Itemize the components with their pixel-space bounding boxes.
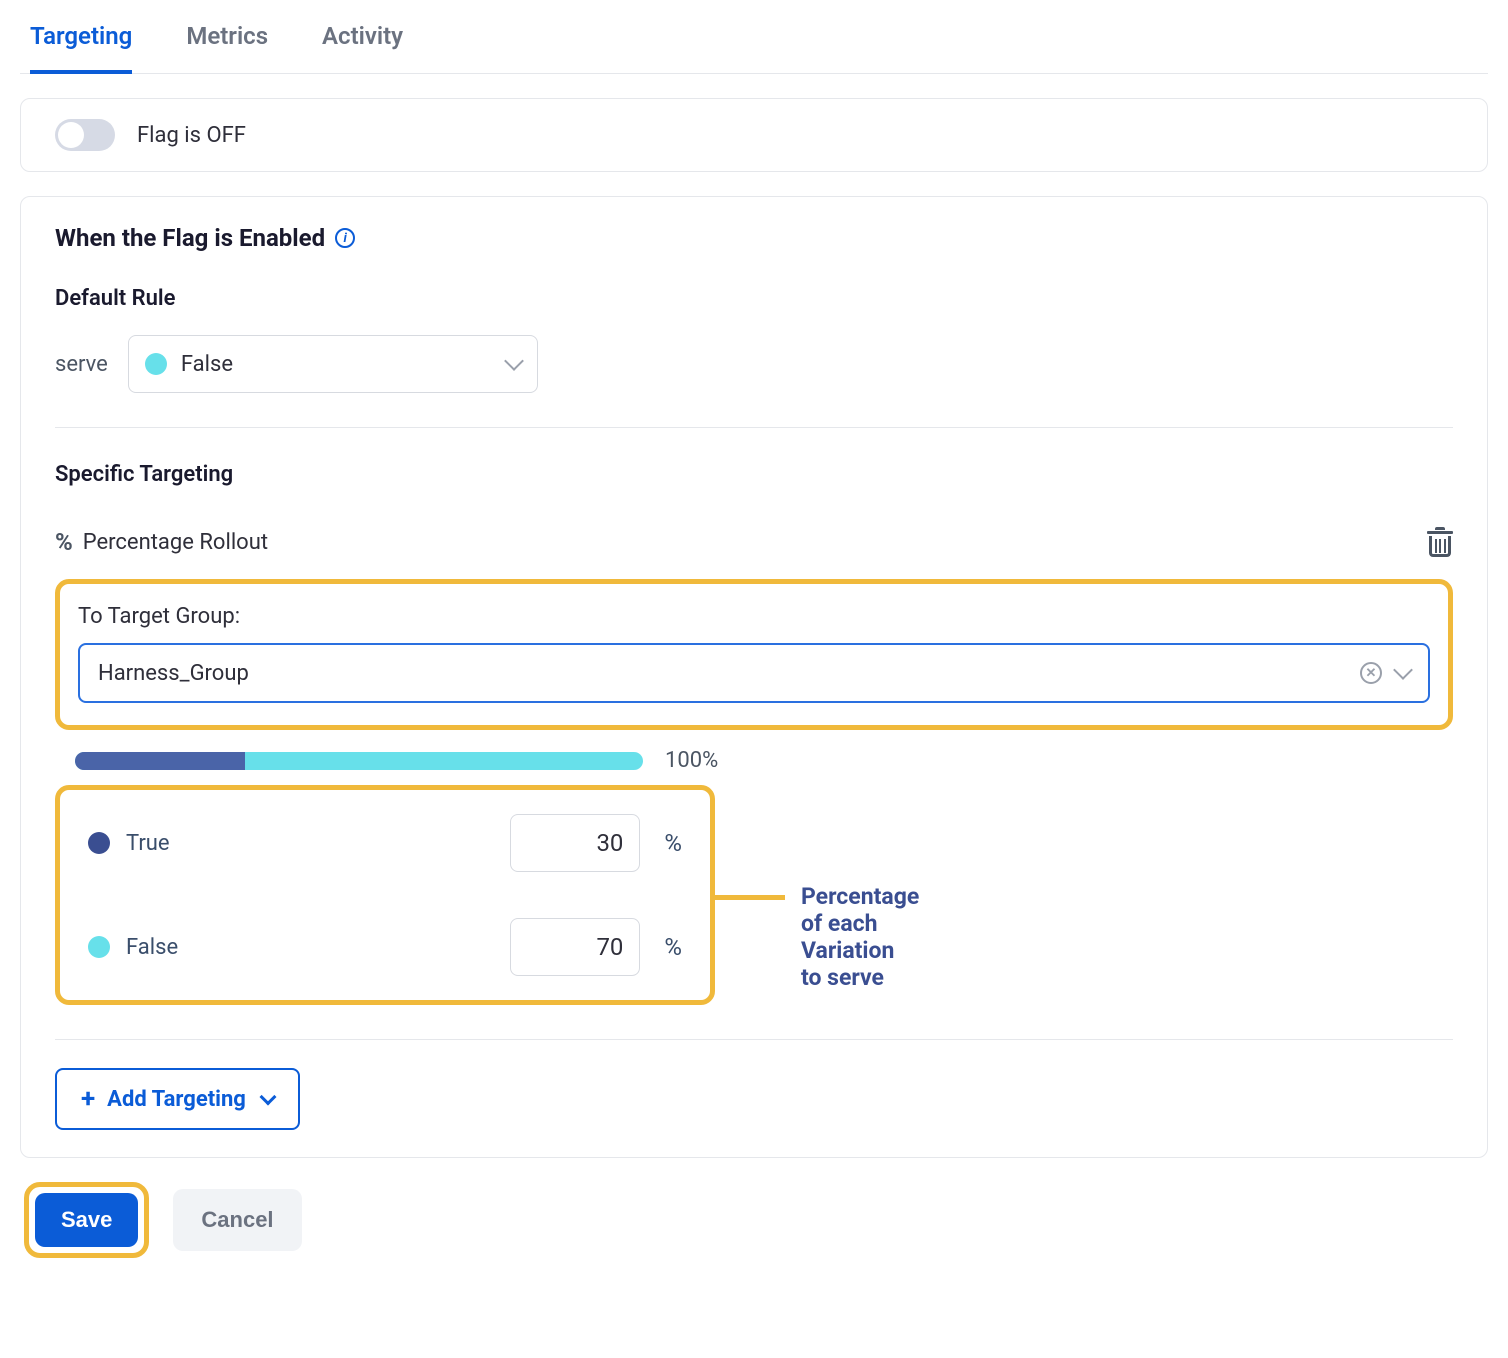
- variation-dot-icon: [88, 936, 110, 958]
- target-group-select[interactable]: Harness_Group ✕: [78, 643, 1430, 703]
- delete-icon[interactable]: [1427, 527, 1453, 557]
- callout-connector: [715, 895, 785, 900]
- serve-label: serve: [55, 352, 108, 377]
- cancel-button[interactable]: Cancel: [173, 1189, 301, 1251]
- variation-true-label: True: [126, 831, 494, 856]
- variation-true-input[interactable]: 30: [510, 814, 640, 872]
- rollout-bar-true-fill: [75, 752, 245, 770]
- flag-status-label: Flag is OFF: [137, 123, 246, 148]
- percent-icon: %: [55, 528, 73, 556]
- specific-targeting-heading: Specific Targeting: [55, 462, 1453, 487]
- percentage-rollout-label: Percentage Rollout: [83, 530, 268, 555]
- plus-icon: +: [81, 1084, 95, 1114]
- add-targeting-button[interactable]: + Add Targeting: [55, 1068, 300, 1130]
- variation-false-row: False 70 %: [88, 918, 682, 976]
- save-highlight: Save: [24, 1182, 149, 1258]
- tab-targeting[interactable]: Targeting: [30, 22, 132, 74]
- flag-toggle[interactable]: [55, 119, 115, 151]
- enabled-title: When the Flag is Enabled: [55, 224, 325, 252]
- variation-highlight: True 30 % False 70 %: [55, 785, 715, 1005]
- rollout-bar-total: 100%: [665, 748, 718, 773]
- footer-actions: Save Cancel: [20, 1182, 1488, 1258]
- percent-symbol: %: [664, 933, 682, 961]
- variation-dot-icon: [88, 832, 110, 854]
- flag-status-card: Flag is OFF: [20, 98, 1488, 172]
- variation-false-input[interactable]: 70: [510, 918, 640, 976]
- tab-activity[interactable]: Activity: [322, 22, 403, 73]
- target-group-label: To Target Group:: [78, 604, 1430, 629]
- serve-value: False: [181, 352, 493, 377]
- percent-symbol: %: [664, 829, 682, 857]
- clear-icon[interactable]: ✕: [1360, 662, 1382, 684]
- tab-metrics[interactable]: Metrics: [186, 22, 268, 73]
- default-rule-heading: Default Rule: [55, 286, 1453, 311]
- tab-bar: Targeting Metrics Activity: [20, 0, 1488, 74]
- chevron-down-icon: [1393, 660, 1413, 680]
- chevron-down-icon: [504, 351, 524, 371]
- info-icon[interactable]: i: [335, 228, 355, 248]
- target-group-highlight: To Target Group: Harness_Group ✕: [55, 579, 1453, 730]
- callout-text: Percentage of each Variation to serve: [801, 883, 919, 991]
- target-group-value: Harness_Group: [98, 661, 1346, 686]
- save-button[interactable]: Save: [35, 1193, 138, 1247]
- rollout-bar: [75, 752, 643, 770]
- serve-select[interactable]: False: [128, 335, 538, 393]
- chevron-down-icon: [259, 1088, 276, 1105]
- add-targeting-label: Add Targeting: [107, 1087, 246, 1112]
- variation-true-row: True 30 %: [88, 814, 682, 872]
- variation-false-label: False: [126, 935, 494, 960]
- variation-dot-icon: [145, 353, 167, 375]
- flag-enabled-card: When the Flag is Enabled i Default Rule …: [20, 196, 1488, 1158]
